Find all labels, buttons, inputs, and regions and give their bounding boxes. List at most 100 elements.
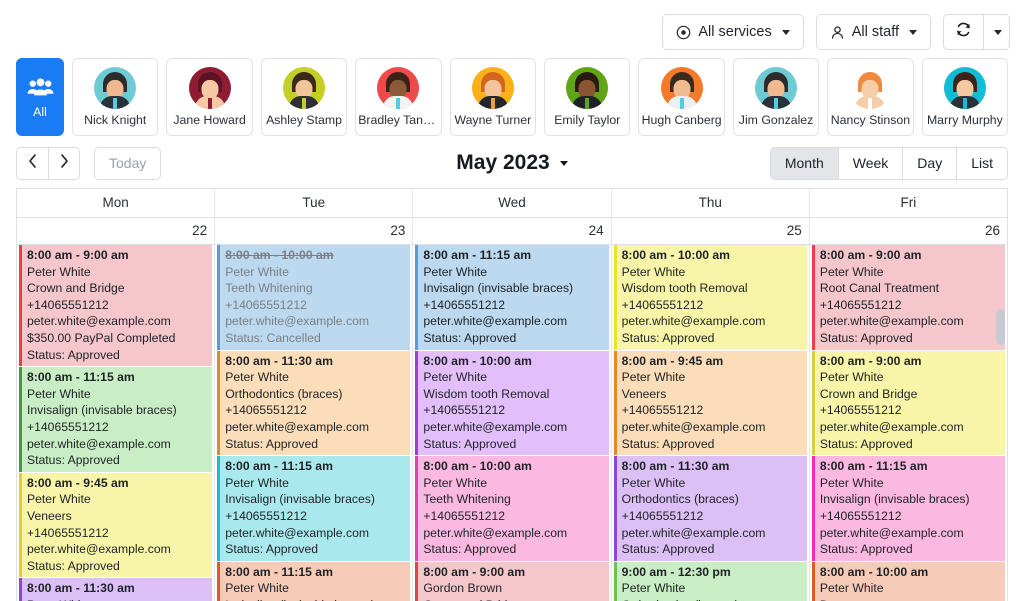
- staff-card-hugh-canberg[interactable]: Hugh Canberg: [638, 58, 725, 136]
- event-card[interactable]: 8:00 am - 10:00 am Peter WhiteDentures: [811, 561, 1006, 601]
- event-time: 8:00 am - 11:30 am: [27, 581, 135, 596]
- view-button-day[interactable]: Day: [902, 146, 957, 180]
- event-card[interactable]: 8:00 am - 10:00 am Peter White Teeth White…: [217, 245, 411, 350]
- event-time: 8:00 am - 9:00 am: [819, 248, 922, 262]
- event-client: Peter White: [621, 370, 686, 385]
- staff-card-nick-knight[interactable]: Nick Knight: [72, 58, 159, 136]
- all-services-filter[interactable]: All services: [662, 14, 804, 50]
- refresh-icon: [955, 21, 972, 43]
- scrollbar-thumb[interactable]: [996, 309, 1005, 345]
- avatar: [471, 66, 514, 109]
- day-header-wed: Wed: [413, 189, 612, 217]
- event-client: Peter White: [819, 370, 884, 385]
- event-card[interactable]: 8:00 am - 11:15 amPeter WhiteInvisalign …: [811, 456, 1006, 561]
- chevron-down-icon[interactable]: [559, 160, 568, 166]
- event-time: 8:00 am - 9:45 am: [27, 475, 129, 490]
- date-number-23[interactable]: 23: [215, 218, 414, 244]
- event-time: 9:00 am - 12:30 pm: [621, 564, 731, 579]
- date-number-26[interactable]: 26: [810, 218, 1007, 244]
- event-payment: $350.00 PayPal Completed: [27, 330, 176, 345]
- event-email: peter.white@example.com: [225, 314, 369, 329]
- event-card[interactable]: 8:00 am - 9:45 am Peter White Veneers +1406…: [19, 472, 213, 578]
- event-client: Peter White: [819, 581, 884, 596]
- next-period-button[interactable]: [48, 146, 80, 180]
- event-client: Peter White: [423, 264, 488, 279]
- event-time: 8:00 am - 9:45 am: [621, 353, 724, 368]
- date-number-24[interactable]: 24: [413, 218, 612, 244]
- event-card[interactable]: 8:00 am - 11:15 amPeter WhiteInvisalign …: [217, 456, 411, 561]
- view-button-week[interactable]: Week: [837, 146, 903, 180]
- staff-card-bradley-tannen[interactable]: Bradley Tannen: [355, 58, 442, 136]
- event-email: peter.white@example.com: [27, 314, 171, 329]
- avatar: [94, 66, 137, 109]
- event-card[interactable]: 8:00 am - 9:45 am Peter White Veneers +1406…: [613, 350, 807, 456]
- staff-card-wayne-turner[interactable]: Wayne Turner: [449, 58, 537, 136]
- view-button-list[interactable]: List: [956, 146, 1008, 180]
- event-card[interactable]: 9:00 am - 12:30 pm Peter WhiteOrthodontic…: [613, 561, 807, 601]
- staff-card-ashley-stamp[interactable]: Ashley Stamp: [260, 58, 348, 136]
- staff-card-label: Emily Taylor: [554, 112, 621, 127]
- event-card[interactable]: 8:00 am - 11:15 amPeter WhiteInvisalign …: [415, 245, 609, 350]
- event-client: Peter White: [27, 264, 91, 279]
- event-card[interactable]: 8:00 am - 10:00 am Peter White Wisdom toot…: [613, 245, 807, 350]
- event-client: Peter White: [225, 370, 289, 385]
- calendar-scrollbar[interactable]: [996, 241, 1005, 601]
- event-card[interactable]: 8:00 am - 11:15 amPeter WhiteInvisalign …: [19, 367, 213, 472]
- event-client: Peter White: [621, 264, 686, 279]
- staff-card-marry-murphy[interactable]: Marry Murphy: [921, 58, 1009, 136]
- event-time: 8:00 am - 10:00 am: [621, 248, 731, 262]
- staff-card-label: Nick Knight: [84, 112, 147, 127]
- event-time: 8:00 am - 10:00 am: [423, 459, 532, 474]
- event-phone: +14065551212: [819, 403, 902, 418]
- event-card[interactable]: 8:00 am - 10:00 am Peter White Wisdom toot…: [415, 350, 609, 456]
- event-card[interactable]: 8:00 am - 9:00 am Gordon BrownCrown and B…: [415, 561, 609, 601]
- event-card[interactable]: 8:00 am - 11:15 amPeter WhiteInvisalign …: [217, 561, 411, 601]
- previous-period-button[interactable]: [16, 146, 48, 180]
- date-number-22[interactable]: 22: [17, 218, 216, 244]
- avatar: [660, 66, 703, 109]
- event-status: Status: Approved: [621, 542, 715, 557]
- calendar-navigation-bar: Today May 2023 Month Week Day List: [0, 136, 1024, 188]
- event-service: Invisalign (invisable braces): [27, 403, 177, 418]
- event-client: Peter White: [225, 581, 289, 596]
- event-phone: +14065551212: [423, 297, 506, 312]
- event-card[interactable]: 8:00 am - 11:30 am Peter White Orthodontic…: [217, 350, 411, 456]
- view-button-month[interactable]: Month: [769, 146, 838, 180]
- staff-card-label: Marry Murphy: [926, 112, 1003, 127]
- date-number-25[interactable]: 25: [612, 218, 810, 244]
- refresh-button[interactable]: [943, 14, 983, 50]
- staff-card-all[interactable]: All: [16, 58, 64, 136]
- calendar-grid: Mon Tue Wed Thu Fri 22 23 24 25 26 8:00 am - 9:0…: [16, 188, 1008, 601]
- staff-card-emily-taylor[interactable]: Emily Taylor: [544, 58, 631, 136]
- all-staff-filter[interactable]: All staff: [815, 14, 931, 50]
- event-card[interactable]: 8:00 am - 11:30 amPeter White: [19, 578, 213, 601]
- event-status: Status: Approved: [621, 436, 715, 451]
- staff-card-label: Hugh Canberg: [641, 112, 722, 127]
- event-phone: +14065551212: [27, 297, 109, 312]
- event-client: Peter White: [423, 475, 488, 490]
- event-card[interactable]: 8:00 am - 11:30 am Peter White Orthodontic…: [613, 456, 807, 561]
- event-time: 8:00 am - 11:15 am: [225, 564, 333, 579]
- event-status: Status: Approved: [819, 330, 913, 345]
- event-client: Gordon Brown: [423, 581, 502, 596]
- staff-card-jane-howard[interactable]: Jane Howard: [166, 58, 253, 136]
- event-card[interactable]: 8:00 am - 9:00 am Peter White Crown and Br…: [19, 245, 213, 367]
- event-card[interactable]: 8:00 am - 9:00 am Peter White Crown and Br…: [811, 350, 1006, 456]
- refresh-dropdown-button[interactable]: [983, 14, 1010, 50]
- event-client: Peter White: [621, 475, 686, 490]
- day-header-fri: Fri: [900, 195, 917, 210]
- staff-card-nancy-stinson[interactable]: Nancy Stinson: [827, 58, 914, 136]
- staff-card-jim-gonzalez[interactable]: Jim Gonzalez: [732, 58, 820, 136]
- event-status: Status: Approved: [27, 347, 120, 362]
- calendar-event-columns: 8:00 am - 9:00 am Peter White Crown and Br…: [17, 245, 1007, 601]
- event-card[interactable]: 8:00 am - 10:00 am Peter White Teeth White…: [415, 456, 609, 561]
- event-email: peter.white@example.com: [225, 419, 369, 434]
- today-button[interactable]: Today: [94, 146, 162, 180]
- event-time: 8:00 am - 11:15 am: [225, 459, 333, 474]
- event-card[interactable]: 8:00 am - 9:00 am Peter White Root Canal T…: [811, 245, 1006, 350]
- day-column-tue: 8:00 am - 10:00 am Peter White Teeth White…: [215, 245, 414, 601]
- chevron-down-icon: [781, 29, 790, 35]
- event-client: Peter White: [423, 370, 488, 385]
- event-client: Peter White: [225, 475, 289, 490]
- event-status: Status: Approved: [423, 330, 517, 345]
